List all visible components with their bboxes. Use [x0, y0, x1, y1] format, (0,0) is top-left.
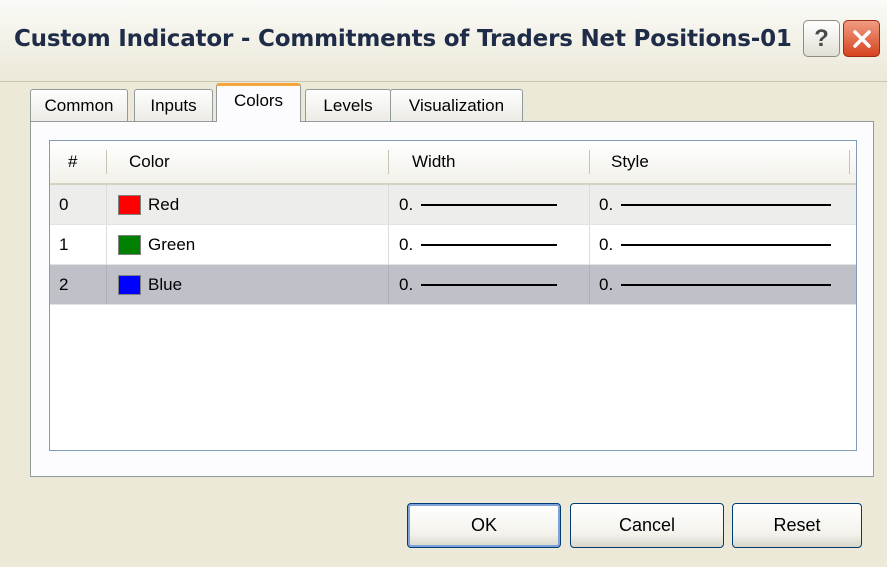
close-icon: [852, 29, 871, 48]
cell-divider: [589, 185, 590, 224]
tab-label: Inputs: [150, 95, 197, 115]
ok-button[interactable]: OK: [407, 503, 561, 548]
column-header-style[interactable]: Style: [611, 141, 811, 183]
row-index: 2: [59, 274, 69, 294]
color-cell[interactable]: Green: [118, 225, 195, 264]
tab-label: Levels: [323, 95, 373, 115]
style-value: 0.: [599, 194, 614, 214]
width-value: 0.: [399, 274, 414, 294]
tab-label: Colors: [233, 91, 284, 110]
reset-button[interactable]: Reset: [732, 503, 862, 548]
color-name: Red: [148, 194, 180, 214]
column-divider[interactable]: [589, 150, 590, 174]
column-header-color[interactable]: Color: [129, 141, 329, 183]
tab-levels[interactable]: Levels: [305, 89, 391, 121]
cell-divider: [106, 185, 107, 224]
style-line-sample: [621, 243, 832, 246]
tab-inputs[interactable]: Inputs: [134, 89, 213, 121]
row-index: 1: [59, 234, 69, 254]
cell-divider: [388, 225, 389, 264]
style-line-sample: [621, 283, 832, 286]
width-cell[interactable]: 0.: [399, 225, 558, 264]
table-row[interactable]: 1 Green 0. 0.: [50, 225, 856, 265]
help-icon: ?: [814, 24, 829, 52]
column-header-index[interactable]: #: [68, 141, 98, 183]
style-cell[interactable]: 0.: [599, 225, 832, 264]
tab-label: Visualization: [408, 95, 505, 115]
tab-colors[interactable]: Colors: [216, 83, 301, 122]
width-cell[interactable]: 0.: [399, 185, 558, 224]
column-header-width[interactable]: Width: [412, 141, 592, 183]
title-bar[interactable]: Custom Indicator - Commitments of Trader…: [0, 0, 887, 82]
cancel-button[interactable]: Cancel: [570, 503, 724, 548]
help-button[interactable]: ?: [803, 20, 840, 57]
cell-divider: [589, 265, 590, 304]
color-swatch: [118, 194, 141, 215]
width-value: 0.: [399, 234, 414, 254]
table-row-selected[interactable]: 2 Blue 0. 0.: [50, 265, 856, 305]
cell-divider: [388, 185, 389, 224]
color-swatch: [118, 234, 141, 255]
color-cell[interactable]: Blue: [118, 265, 182, 304]
color-swatch: [118, 274, 141, 295]
list-header: # Color Width Style: [50, 141, 856, 185]
color-name: Blue: [148, 274, 183, 294]
cell-divider: [106, 265, 107, 304]
width-line-sample: [421, 243, 558, 246]
cell-divider: [106, 225, 107, 264]
style-cell[interactable]: 0.: [599, 265, 832, 304]
table-row[interactable]: 0 Red 0. 0.: [50, 185, 856, 225]
width-value: 0.: [399, 194, 414, 214]
tab-label: Common: [44, 95, 114, 115]
style-value: 0.: [599, 234, 614, 254]
color-name: Green: [148, 234, 196, 254]
width-line-sample: [421, 283, 558, 286]
cell-divider: [388, 265, 389, 304]
column-divider[interactable]: [849, 150, 850, 174]
column-divider[interactable]: [106, 150, 107, 174]
color-cell[interactable]: Red: [118, 185, 179, 224]
close-button[interactable]: [843, 20, 880, 57]
cell-divider: [589, 225, 590, 264]
style-value: 0.: [599, 274, 614, 294]
width-cell[interactable]: 0.: [399, 265, 558, 304]
row-index: 0: [59, 194, 69, 214]
window-title: Custom Indicator - Commitments of Trader…: [14, 26, 792, 52]
column-divider[interactable]: [388, 150, 389, 174]
width-line-sample: [421, 203, 558, 206]
colors-list[interactable]: # Color Width Style 0 Red 0. 0. 1 Green: [49, 140, 857, 451]
style-cell[interactable]: 0.: [599, 185, 832, 224]
tab-common[interactable]: Common: [30, 89, 128, 121]
tab-visualization[interactable]: Visualization: [390, 89, 523, 121]
style-line-sample: [621, 203, 832, 206]
